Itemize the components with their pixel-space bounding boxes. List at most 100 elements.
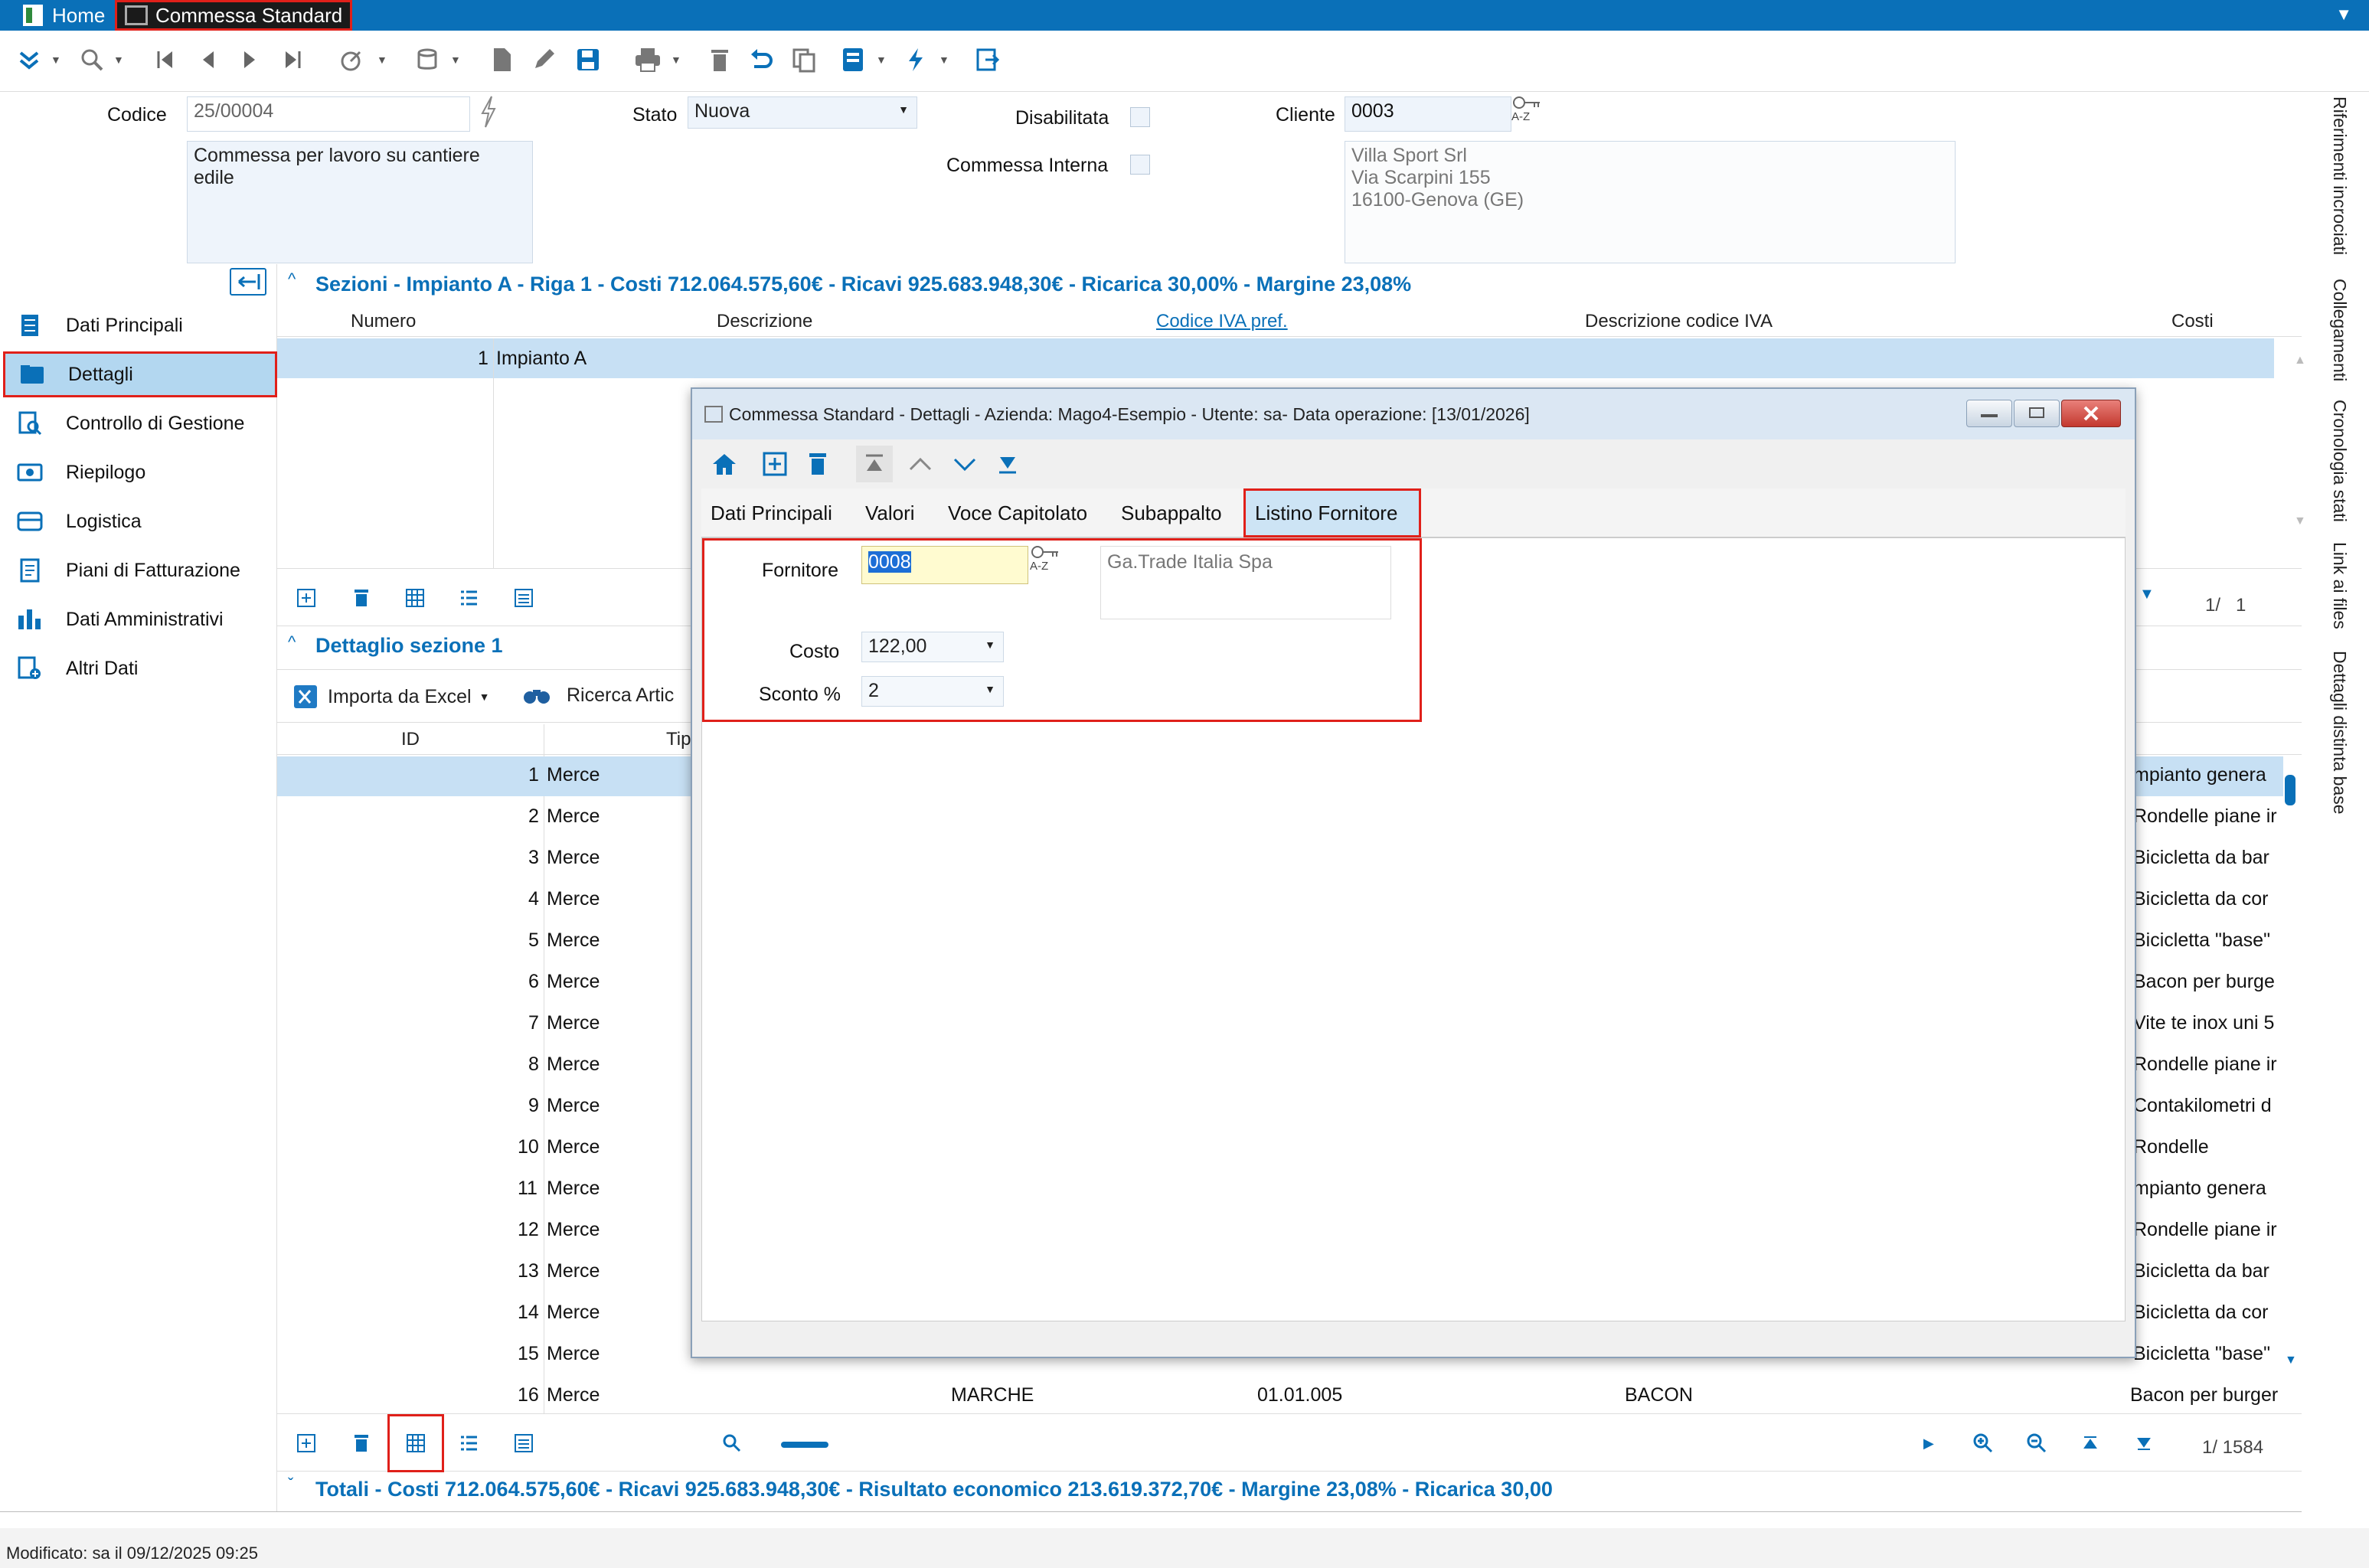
new-document-icon[interactable] <box>484 41 521 78</box>
link-cronologia-stati[interactable]: Cronologia stati <box>2329 400 2350 522</box>
database-icon[interactable] <box>410 41 447 78</box>
chevron-down-icon[interactable]: ▼ <box>939 54 949 66</box>
commessa-interna-checkbox[interactable] <box>1130 155 1150 175</box>
first-record-icon[interactable] <box>856 446 893 482</box>
add-row-icon[interactable] <box>288 580 325 616</box>
prev-record-icon[interactable] <box>902 446 939 482</box>
vertical-scrollbar-thumb[interactable] <box>2285 775 2295 805</box>
horizontal-scrollbar[interactable] <box>781 1442 2351 1448</box>
grid-view-icon[interactable] <box>397 580 433 616</box>
list-view-icon[interactable] <box>450 1425 487 1462</box>
lookup-key-icon[interactable]: A-Z <box>1511 95 1545 130</box>
lookup-key-icon[interactable]: A-Z <box>1030 544 1064 580</box>
horizontal-scrollbar-thumb[interactable] <box>781 1442 828 1448</box>
form-view-icon[interactable] <box>505 580 542 616</box>
link-ai-files[interactable]: Link ai files <box>2329 542 2350 629</box>
scroll-right-icon[interactable]: ▶ <box>1923 1436 1934 1452</box>
delete-icon[interactable] <box>799 446 836 482</box>
zoom-in-icon[interactable] <box>1965 1425 2001 1462</box>
delete-row-icon[interactable] <box>343 580 380 616</box>
tab-subappalto[interactable]: Subappalto <box>1121 488 1222 537</box>
radar-icon[interactable] <box>334 41 371 78</box>
chevron-down-icon[interactable]: ▼ <box>2335 5 2352 24</box>
delete-icon[interactable] <box>701 41 738 78</box>
col-tipo[interactable]: Tip <box>666 729 691 750</box>
scroll-up-icon[interactable]: ▲ <box>2294 354 2306 368</box>
grid-view-icon[interactable] <box>387 1414 444 1472</box>
nav-altri-dati[interactable]: Altri Dati <box>3 645 277 691</box>
nav-dati-principali[interactable]: Dati Principali <box>3 302 277 348</box>
lightning-icon[interactable] <box>897 41 934 78</box>
sconto-field[interactable]: 2 ▼ <box>861 676 1004 707</box>
chevron-down-icon[interactable]: ▼ <box>113 54 124 66</box>
home-icon[interactable] <box>706 446 743 482</box>
save-icon[interactable] <box>570 41 606 78</box>
next-record-icon[interactable] <box>946 446 983 482</box>
tab-listino-fornitore[interactable]: Listino Fornitore <box>1243 488 1421 537</box>
table-row[interactable]: 1 Impianto A <box>277 338 2274 378</box>
print-icon[interactable] <box>629 41 666 78</box>
last-record-icon[interactable] <box>274 41 311 78</box>
stato-select[interactable]: Nuova ▼ <box>688 96 917 129</box>
maximize-button[interactable] <box>2014 400 2060 427</box>
minimize-button[interactable] <box>1966 400 2012 427</box>
tab-dati-principali[interactable]: Dati Principali <box>711 488 832 537</box>
collapse-icon[interactable] <box>11 41 47 78</box>
add-icon[interactable] <box>756 446 793 482</box>
prev-record-icon[interactable] <box>190 41 227 78</box>
last-page-icon[interactable]: ▼ <box>2139 586 2155 603</box>
col-numero[interactable]: Numero <box>351 311 416 332</box>
copy-icon[interactable] <box>786 41 822 78</box>
fornitore-code-field[interactable]: 0008 <box>861 546 1028 584</box>
collapse-panel-icon[interactable] <box>230 268 266 296</box>
chevron-down-icon[interactable]: ˇ <box>288 1475 293 1494</box>
nav-controllo-di-gestione[interactable]: Controllo di Gestione <box>3 400 277 446</box>
chevron-down-icon[interactable]: ▼ <box>450 54 461 66</box>
chevron-down-icon[interactable]: ▼ <box>51 54 61 66</box>
disabilitata-checkbox[interactable] <box>1130 107 1150 127</box>
form-view-icon[interactable] <box>505 1425 542 1462</box>
tab-valori[interactable]: Valori <box>865 488 915 537</box>
search-icon[interactable] <box>714 1425 750 1462</box>
descrizione-field[interactable]: Commessa per lavoro su cantiere edile <box>187 141 533 263</box>
nav-logistica[interactable]: Logistica <box>3 498 277 544</box>
chevron-down-icon[interactable]: ▼ <box>876 54 887 66</box>
tab-voce-capitolato[interactable]: Voce Capitolato <box>948 488 1087 537</box>
link-riferimenti-incrociati[interactable]: Riferimenti incrociati <box>2329 96 2350 255</box>
costo-field[interactable]: 122,00 ▼ <box>861 632 1004 662</box>
import-excel-button[interactable]: Importa da Excel ▼ <box>292 684 489 710</box>
edit-icon[interactable] <box>525 41 562 78</box>
report-icon[interactable] <box>835 41 871 78</box>
add-row-icon[interactable] <box>288 1425 325 1462</box>
link-collegamenti[interactable]: Collegamenti <box>2329 279 2350 381</box>
col-descrizione[interactable]: Descrizione <box>717 311 812 332</box>
next-record-icon[interactable] <box>231 41 268 78</box>
first-page-icon[interactable] <box>2072 1425 2109 1462</box>
nav-dati-amministrativi[interactable]: Dati Amministrativi <box>3 596 277 642</box>
col-id[interactable]: ID <box>401 729 420 750</box>
first-record-icon[interactable] <box>147 41 184 78</box>
codice-field[interactable]: 25/00004 <box>187 96 470 132</box>
nav-dettagli[interactable]: Dettagli <box>3 351 277 397</box>
col-costi[interactable]: Costi <box>2171 311 2214 332</box>
tab-commessa-standard[interactable]: Commessa Standard <box>115 0 352 31</box>
nav-piani-di-fatturazione[interactable]: Piani di Fatturazione <box>3 547 277 593</box>
col-descrizione-codice-iva[interactable]: Descrizione codice IVA <box>1585 311 1773 332</box>
scroll-down-icon[interactable]: ▼ <box>2285 1354 2297 1367</box>
close-button[interactable] <box>2061 400 2121 427</box>
ricerca-articoli-button[interactable]: Ricerca Artic <box>522 684 674 707</box>
tab-home[interactable]: Home <box>15 0 113 31</box>
chevron-up-icon[interactable]: ^ <box>288 632 296 652</box>
delete-row-icon[interactable] <box>343 1425 380 1462</box>
list-view-icon[interactable] <box>450 580 487 616</box>
last-record-icon[interactable] <box>989 446 1026 482</box>
exit-icon[interactable] <box>969 41 1006 78</box>
search-icon[interactable] <box>74 41 110 78</box>
table-row[interactable]: 16 Merce MARCHE 01.01.005 BACON Bacon pe… <box>277 1377 2283 1416</box>
cliente-code-field[interactable]: 0003 <box>1345 96 1511 132</box>
link-dettagli-distinta-base[interactable]: Dettagli distinta base <box>2329 651 2350 815</box>
dialog-title-bar[interactable]: Commessa Standard - Dettagli - Azienda: … <box>692 389 2135 439</box>
chevron-down-icon[interactable]: ▼ <box>671 54 681 66</box>
nav-riepilogo[interactable]: Riepilogo <box>3 449 277 495</box>
last-page-icon[interactable] <box>2126 1425 2162 1462</box>
